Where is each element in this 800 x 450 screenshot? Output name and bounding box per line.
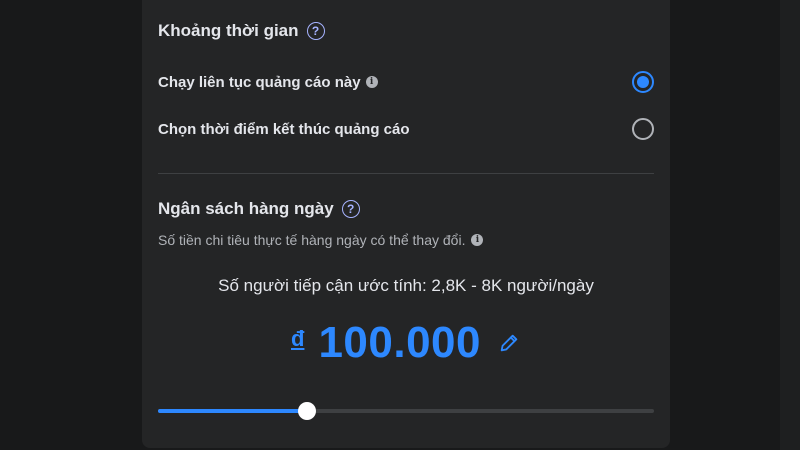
info-circle-icon[interactable]: i [365,76,378,88]
option-label: Chạy liên tục quảng cáo này i [158,74,378,91]
budget-amount: 100.000 [318,318,481,367]
option-choose-end-date-label: Chọn thời điểm kết thúc quảng cáo [158,120,410,138]
option-run-continuously[interactable]: Chạy liên tục quảng cáo này i [158,67,654,97]
duration-section-title: Khoảng thời gian ? [158,21,325,41]
option-run-continuously-label: Chạy liên tục quảng cáo này [158,73,361,91]
budget-subtext-text: Số tiền chi tiêu thực tế hàng ngày có th… [158,232,466,248]
option-choose-end-date[interactable]: Chọn thời điểm kết thúc quảng cáo [158,114,654,144]
section-divider [158,173,654,174]
background-strip [780,0,800,450]
budget-slider[interactable] [158,402,654,420]
estimated-reach: Số người tiếp cận ước tính: 2,8K - 8K ng… [218,276,594,295]
ad-settings-panel: Khoảng thời gian ? Chạy liên tục quảng c… [142,0,670,448]
info-circle-icon[interactable]: i [471,234,484,246]
pencil-icon[interactable] [497,331,521,355]
question-circle-icon[interactable]: ? [306,22,325,40]
radio-run-continuously[interactable] [632,71,654,93]
radio-choose-end-date[interactable] [632,118,654,140]
slider-fill [158,409,307,413]
duration-title-text: Khoảng thời gian [158,21,299,40]
option-label: Chọn thời điểm kết thúc quảng cáo [158,121,410,138]
slider-thumb[interactable] [297,402,316,420]
budget-section-title: Ngân sách hàng ngày ? [158,199,360,219]
budget-title-text: Ngân sách hàng ngày [158,199,334,218]
budget-amount-display: đ 100.000 [142,318,670,368]
budget-subtext: Số tiền chi tiêu thực tế hàng ngày có th… [158,232,484,248]
currency-symbol: đ [290,326,305,351]
question-circle-icon[interactable]: ? [341,200,360,218]
